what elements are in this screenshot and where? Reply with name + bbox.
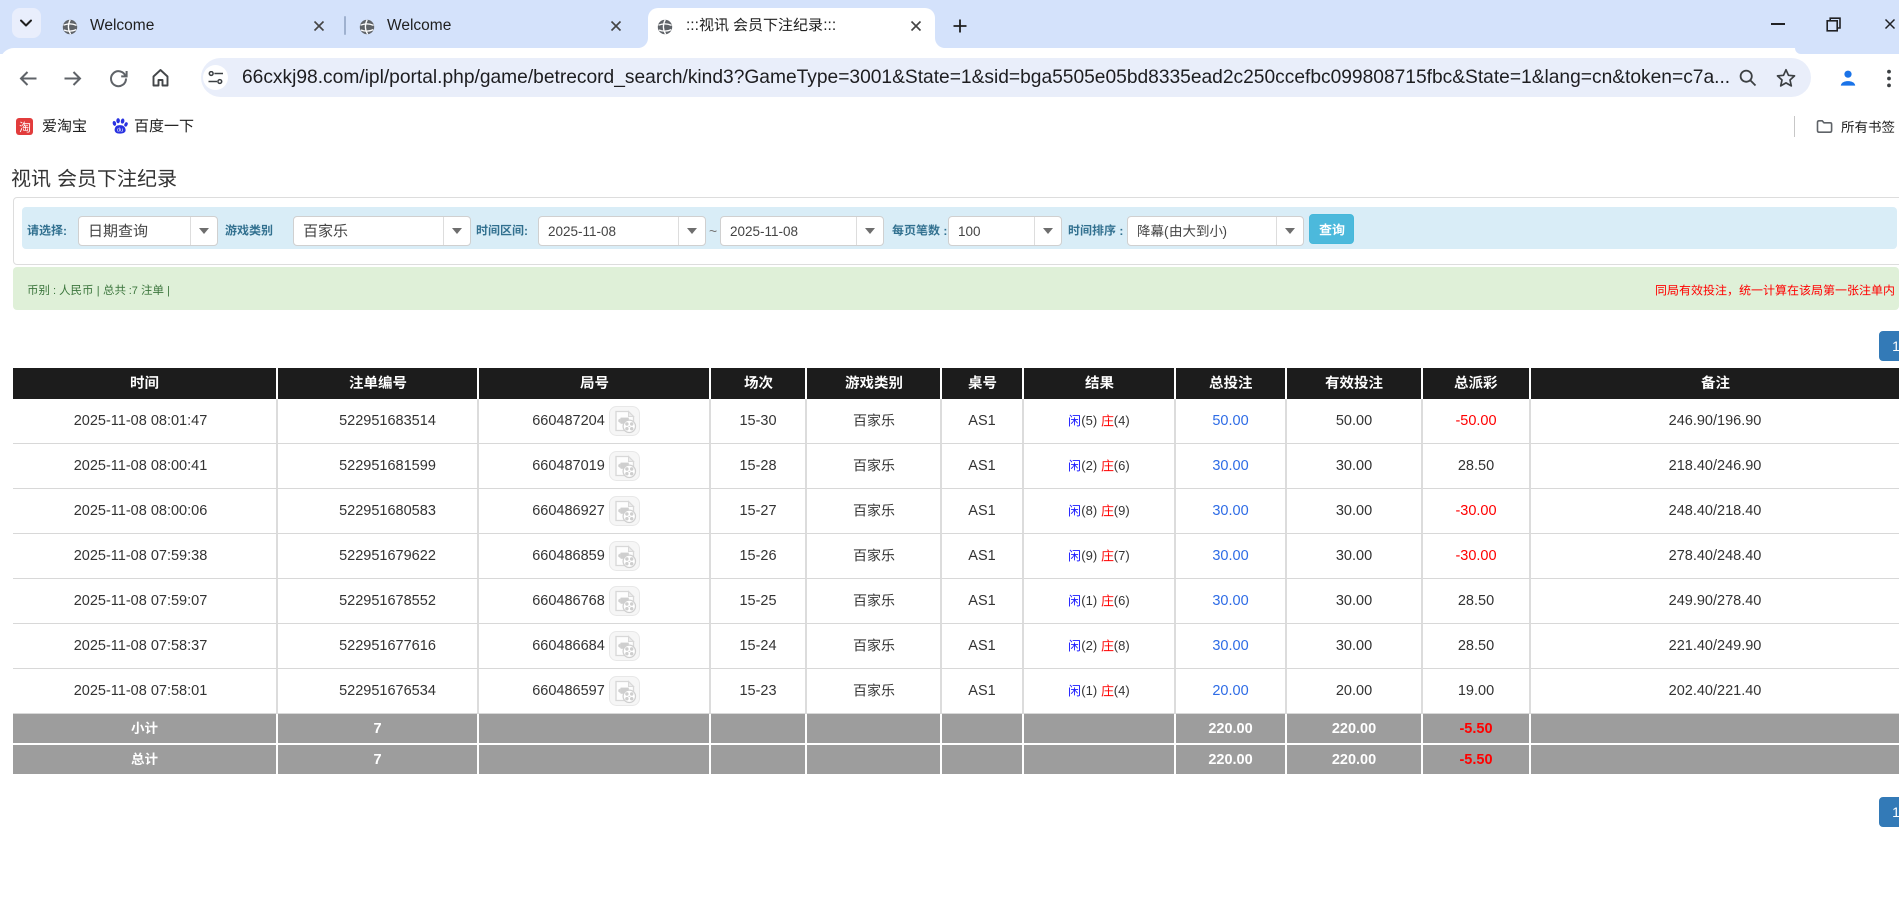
svg-text:du: du — [117, 128, 123, 134]
